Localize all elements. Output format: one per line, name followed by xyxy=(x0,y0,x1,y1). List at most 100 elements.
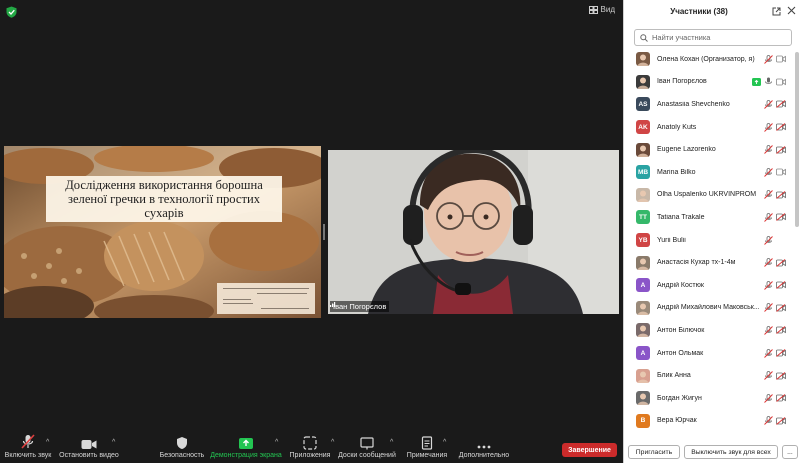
end-meeting-button[interactable]: Завершение xyxy=(562,443,617,457)
participant-search-box[interactable] xyxy=(634,29,792,46)
participant-name: Вера Юрчак xyxy=(657,417,697,425)
participants-panel: Участники (38) Олена Кохан (Организатор,… xyxy=(623,0,800,463)
participant-status-icons xyxy=(764,303,786,313)
video-off-icon xyxy=(776,145,786,154)
mute-all-button[interactable]: Выключить звук для всех xyxy=(684,445,778,459)
participant-status-icons xyxy=(764,258,786,267)
participant-name: Олена Кохан (Организатор, я) xyxy=(657,55,755,63)
notes-button[interactable]: Примечания xyxy=(404,430,450,463)
security-button[interactable]: Безопасность xyxy=(158,430,206,463)
participant-photo-avatar xyxy=(636,187,650,202)
video-camera-icon xyxy=(81,440,97,449)
participant-video-tile[interactable]: Іван Погорєлов xyxy=(328,150,619,314)
mic-muted-icon xyxy=(764,122,773,132)
meeting-area: Вид Дослідження використання борошна зел… xyxy=(0,0,623,463)
participant-row[interactable]: Eugene Lazorenko xyxy=(624,138,794,161)
video-icon xyxy=(776,168,786,176)
participant-status-icons xyxy=(764,145,786,155)
notes-icon xyxy=(421,436,433,450)
shared-screen-slide[interactable]: Дослідження використання борошна зеленої… xyxy=(4,146,321,318)
participant-initials-avatar: AK xyxy=(636,120,650,135)
participant-initials-avatar: В xyxy=(636,413,650,428)
more-label: Дополнительно xyxy=(458,452,510,459)
participant-row[interactable]: Богдан Жигун xyxy=(624,387,794,410)
participant-name: Yurii Bulii xyxy=(657,236,686,244)
participants-list: Олена Кохан (Организатор, я) Іван Погорєл… xyxy=(624,48,794,436)
participant-row[interactable]: TT Tatiana Trakale xyxy=(624,206,794,229)
avatar-initials: TT xyxy=(639,213,647,221)
participants-panel-title: Участники (38) xyxy=(670,7,728,16)
participant-row[interactable]: А Антон Ольмак xyxy=(624,342,794,365)
unmute-button[interactable]: Включить звук xyxy=(4,430,52,463)
popout-icon[interactable] xyxy=(772,7,781,16)
share-screen-icon xyxy=(239,438,253,449)
whiteboard-label: Доски сообщений xyxy=(338,452,396,459)
avatar-initials: AS xyxy=(638,100,648,108)
video-options-caret-icon[interactable]: ^ xyxy=(112,439,115,446)
encryption-shield-icon[interactable] xyxy=(6,6,17,18)
mic-muted-icon xyxy=(764,371,773,380)
audio-options-caret-icon[interactable]: ^ xyxy=(46,439,49,446)
participant-status-icons xyxy=(764,326,786,335)
unmute-label: Включить звук xyxy=(4,452,52,459)
mic-muted-icon xyxy=(764,100,773,109)
split-divider-handle[interactable] xyxy=(323,224,325,240)
mic-muted-icon xyxy=(21,434,35,449)
participant-row[interactable]: Olha Uspalenko UKRVINPROM xyxy=(624,184,794,207)
participant-initials-avatar: MB xyxy=(636,165,650,180)
participant-row[interactable]: Андрій Михайлович Маковськ... xyxy=(624,297,794,320)
participant-row[interactable]: Антон Білючок xyxy=(624,319,794,342)
participant-name: Блик Анна xyxy=(657,372,691,380)
participant-search-input[interactable] xyxy=(652,33,782,42)
participant-row[interactable]: MB Marina Bilko xyxy=(624,161,794,184)
more-options-button[interactable]: ... xyxy=(782,445,798,459)
participant-name: Андрій Михайлович Маковськ... xyxy=(657,304,759,312)
top-bar: Вид xyxy=(0,0,623,24)
video-off-icon xyxy=(776,281,786,290)
share-screen-button[interactable]: Демонстрация экрана xyxy=(210,430,282,463)
apps-options-caret-icon[interactable]: ^ xyxy=(331,439,334,446)
stop-video-button[interactable]: Остановить видео xyxy=(58,430,120,463)
whiteboard-options-caret-icon[interactable]: ^ xyxy=(390,439,393,446)
participant-initials-avatar: YB xyxy=(636,233,650,248)
close-icon[interactable] xyxy=(787,6,796,15)
mic-muted-icon xyxy=(764,54,773,64)
participant-row[interactable]: В Вера Юрчак xyxy=(624,410,794,433)
share-options-caret-icon[interactable]: ^ xyxy=(275,439,278,446)
video-off-icon xyxy=(776,100,786,109)
participant-row[interactable]: Олена Кохан (Организатор, я) xyxy=(624,48,794,71)
invite-button[interactable]: Пригласить xyxy=(628,445,680,459)
video-off-icon xyxy=(776,123,786,131)
participant-status-icons xyxy=(764,348,786,358)
mic-muted-icon xyxy=(764,167,773,177)
participant-row[interactable]: А Андрій Костюк xyxy=(624,274,794,297)
participant-row[interactable]: AS Anastasiia Shevchenko xyxy=(624,93,794,116)
participant-photo-avatar xyxy=(636,255,650,270)
security-shield-icon xyxy=(177,437,187,449)
participant-row[interactable]: YB Yurii Bulii xyxy=(624,229,794,252)
participant-status-icons xyxy=(764,416,786,426)
participant-name: Богдан Жигун xyxy=(657,394,702,402)
participant-name: Іван Погорєлов xyxy=(333,302,387,311)
search-icon xyxy=(640,33,648,42)
whiteboard-button[interactable]: Доски сообщений xyxy=(338,430,396,463)
mic-muted-icon xyxy=(764,235,773,245)
participant-row[interactable]: Блик Анна xyxy=(624,364,794,387)
participant-row[interactable]: Анастасія Кухар тх-1-4м xyxy=(624,251,794,274)
video-off-icon xyxy=(776,303,786,312)
notes-label: Примечания xyxy=(406,452,448,459)
notes-options-caret-icon[interactable]: ^ xyxy=(443,439,446,446)
participant-initials-avatar: А xyxy=(636,346,650,361)
participant-row[interactable]: Іван Погорєлов xyxy=(624,71,794,94)
participant-photo-avatar xyxy=(636,368,650,383)
video-icon xyxy=(776,78,786,86)
participant-status-icons xyxy=(752,77,786,86)
apps-button[interactable]: Приложения xyxy=(288,430,332,463)
view-button[interactable]: Вид xyxy=(588,5,615,14)
participants-scrollbar[interactable] xyxy=(795,52,799,227)
more-button[interactable]: Дополнительно xyxy=(456,430,512,463)
mic-on-icon xyxy=(765,77,772,85)
participant-status-icons xyxy=(764,280,786,290)
participant-row[interactable]: AK Anatoly Kuts xyxy=(624,116,794,139)
mic-muted-icon xyxy=(764,326,773,335)
